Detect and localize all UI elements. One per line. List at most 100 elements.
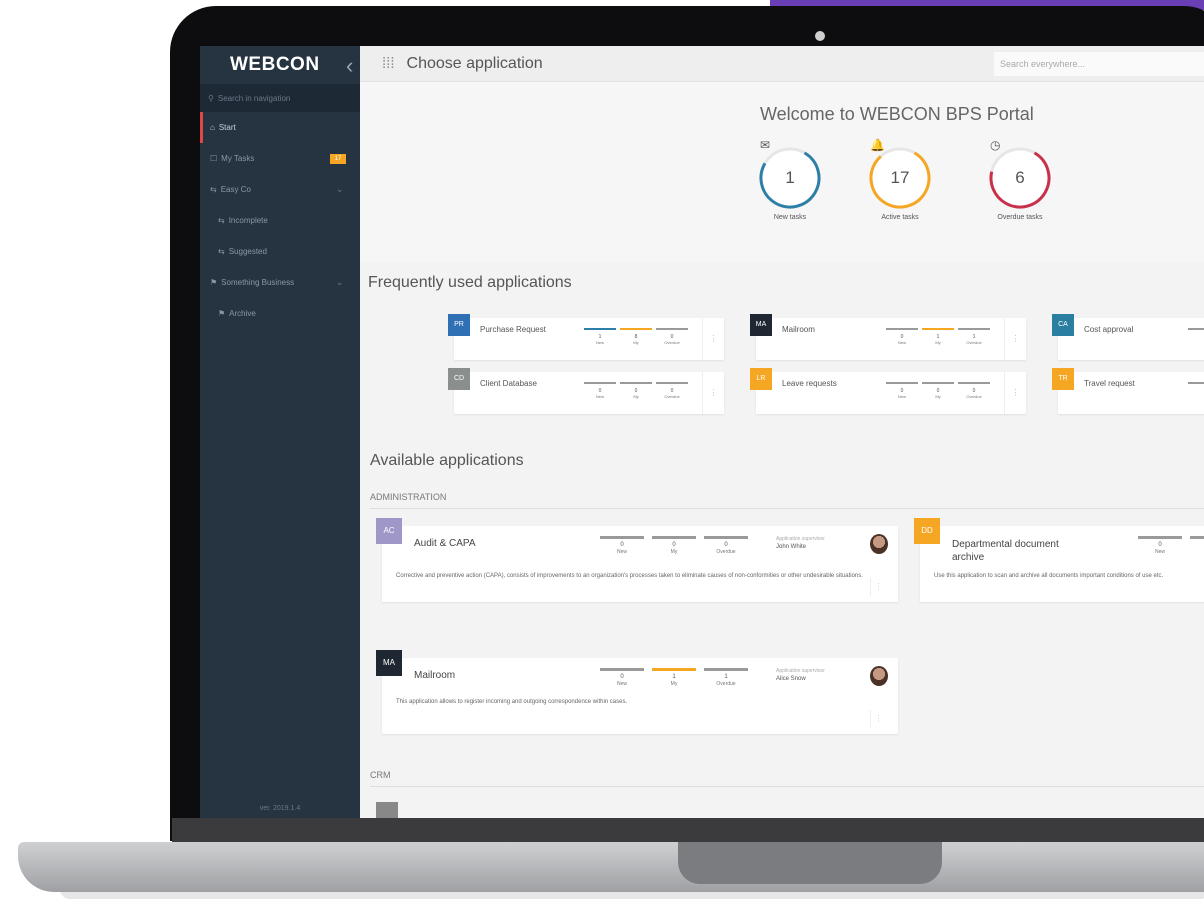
count-label: New [897, 340, 906, 345]
more-options-icon[interactable]: ⋮ [1004, 318, 1026, 360]
app-description: Use this application to scan and archive… [934, 573, 1164, 579]
nav-search-placeholder: Search in navigation [217, 93, 291, 103]
count-bar [1188, 328, 1204, 330]
count-bars [1188, 380, 1204, 400]
app-name: Travel request [1084, 379, 1135, 388]
frequent-app-card[interactable]: CACost approval⋮ [1052, 314, 1204, 360]
more-options-icon[interactable]: ⋮ [870, 578, 886, 596]
available-apps-title: Available applications [370, 452, 524, 469]
count-label: Overdue [716, 681, 736, 687]
count-label: My [935, 340, 941, 345]
nav-search[interactable]: ⚲ Search in navigation [200, 84, 360, 112]
nav-item-label: Archive [229, 309, 256, 318]
avatar[interactable] [870, 666, 888, 686]
group-divider [370, 508, 1204, 509]
page-title: Choose application [406, 54, 543, 72]
nav-item[interactable]: ⌂ Start [200, 112, 360, 143]
count-bar [886, 382, 918, 384]
task-stat-value: 6 [1015, 168, 1025, 187]
task-stat[interactable]: 🔔 17 Active tasks [860, 138, 940, 221]
count-bar [652, 668, 696, 671]
supervisor-label: Application supervisor [776, 668, 825, 674]
count-bar [584, 382, 616, 384]
task-stat[interactable]: ◷ 6 Overdue tasks [980, 138, 1060, 221]
app-badge: CA [1052, 314, 1074, 336]
laptop-hinge [172, 818, 1204, 842]
count-bars: 0 New 1 My 1 Overdue [886, 326, 996, 346]
count-bar [600, 668, 644, 671]
available-app-card[interactable]: MA Mailroom 0 New 1 My 1 Overdue Application sup… [376, 650, 898, 734]
more-options-icon[interactable]: ⋮ [870, 710, 886, 728]
count-bars: 0 New [1138, 534, 1204, 562]
app-name: Mailroom [414, 670, 456, 681]
app-badge: AC [376, 518, 402, 544]
count-bar [958, 382, 990, 384]
count-label: My [633, 340, 639, 345]
nav-item[interactable]: ☐ My Tasks 17 [200, 143, 360, 174]
count-bars: 1 New 8 My 0 Overdue [584, 326, 694, 346]
camera-dot [815, 31, 825, 41]
group-divider [370, 786, 1204, 787]
chevron-down-icon[interactable]: ⌄ [336, 277, 344, 288]
more-options-icon[interactable]: ⋮ [1004, 372, 1026, 414]
count-bar [922, 382, 954, 384]
app-grid-icon[interactable]: ⁞⁞⁞ [382, 55, 395, 72]
nav-item-icon: ⚑ [210, 278, 218, 287]
nav-item-icon: ☐ [210, 154, 218, 163]
task-stat[interactable]: ✉ 1 New tasks [750, 138, 830, 221]
count-bar [1190, 536, 1204, 539]
nav-item[interactable]: ⇆ Easy Co ⌄ [200, 174, 360, 205]
count-bars [1188, 326, 1204, 346]
count-bar [620, 328, 652, 330]
nav-item-label: Incomplete [228, 216, 268, 225]
nav-item-icon: ⇆ [218, 247, 225, 256]
nav-item[interactable]: ⚑ Something Business ⌄ [200, 267, 360, 298]
app-name: Leave requests [782, 379, 837, 388]
frequent-app-card[interactable]: PR Purchase Request 1 New 8 My 0 Overdue ⋮ [448, 314, 724, 360]
task-stat-label: New tasks [773, 214, 807, 221]
group-administration: ADMINISTRATION [370, 492, 447, 502]
laptop-base [18, 842, 1204, 892]
available-app-card[interactable]: AC Audit & CAPA 0 New 0 My 0 Overdue Application… [376, 518, 898, 602]
app-name: Client Database [480, 379, 537, 388]
count-value: 1 [724, 674, 728, 680]
nav-item[interactable]: ⚑ Archive [200, 298, 360, 329]
frequent-app-card[interactable]: MA Mailroom 0 New 1 My 1 Overdue ⋮ [750, 314, 1026, 360]
more-options-icon[interactable]: ⋮ [702, 372, 724, 414]
chevron-down-icon[interactable]: ⌄ [336, 184, 344, 195]
task-count-badge: 17 [330, 154, 346, 164]
portal-screen: WEBCON ‹ ⚲ Search in navigation ⌂ Start ☐ M… [200, 46, 1204, 818]
app-badge: DD [914, 518, 940, 544]
frequent-app-card[interactable]: LR Leave requests 0 New 0 My 0 Overdue ⋮ [750, 368, 1026, 414]
collapse-sidebar-icon[interactable]: ‹ [346, 53, 353, 79]
count-bar [1138, 536, 1182, 539]
count-label: My [670, 549, 678, 555]
supervisor-label: Application supervisor [776, 536, 825, 542]
nav-item-icon: ⌂ [210, 123, 215, 132]
nav-item[interactable]: ⇆ Suggested [200, 236, 360, 267]
app-name: Mailroom [782, 325, 815, 334]
webcon-logo[interactable]: WEBCON [230, 54, 320, 76]
app-description: This application allows to register inco… [396, 699, 628, 705]
available-app-card[interactable]: DD Departmental document archive 0 New Use t… [914, 518, 1204, 602]
count-label: New [595, 394, 604, 399]
nav-item-label: Easy Co [220, 185, 251, 194]
frequent-app-card[interactable]: TRTravel request⋮ [1052, 368, 1204, 414]
frequent-app-card[interactable]: CD Client Database 0 New 0 My 0 Overdue ⋮ [448, 368, 724, 414]
more-options-icon[interactable]: ⋮ [702, 318, 724, 360]
search-icon: ⚲ [208, 93, 214, 103]
count-label: Overdue [664, 394, 680, 399]
nav-item[interactable]: ⇆ Incomplete [200, 205, 360, 236]
count-label: New [1154, 549, 1165, 555]
count-bar [600, 536, 644, 539]
crm-app-badge [376, 802, 398, 818]
count-label: Overdue [716, 549, 736, 555]
count-bar [1188, 382, 1204, 384]
task-stat-label: Overdue tasks [997, 214, 1043, 221]
app-badge: MA [750, 314, 772, 336]
laptop-notch [678, 842, 942, 884]
avatar[interactable] [870, 534, 888, 554]
count-label: New [616, 549, 627, 555]
count-bar [958, 328, 990, 330]
search-everywhere-input[interactable]: Search everywhere... [994, 52, 1204, 76]
